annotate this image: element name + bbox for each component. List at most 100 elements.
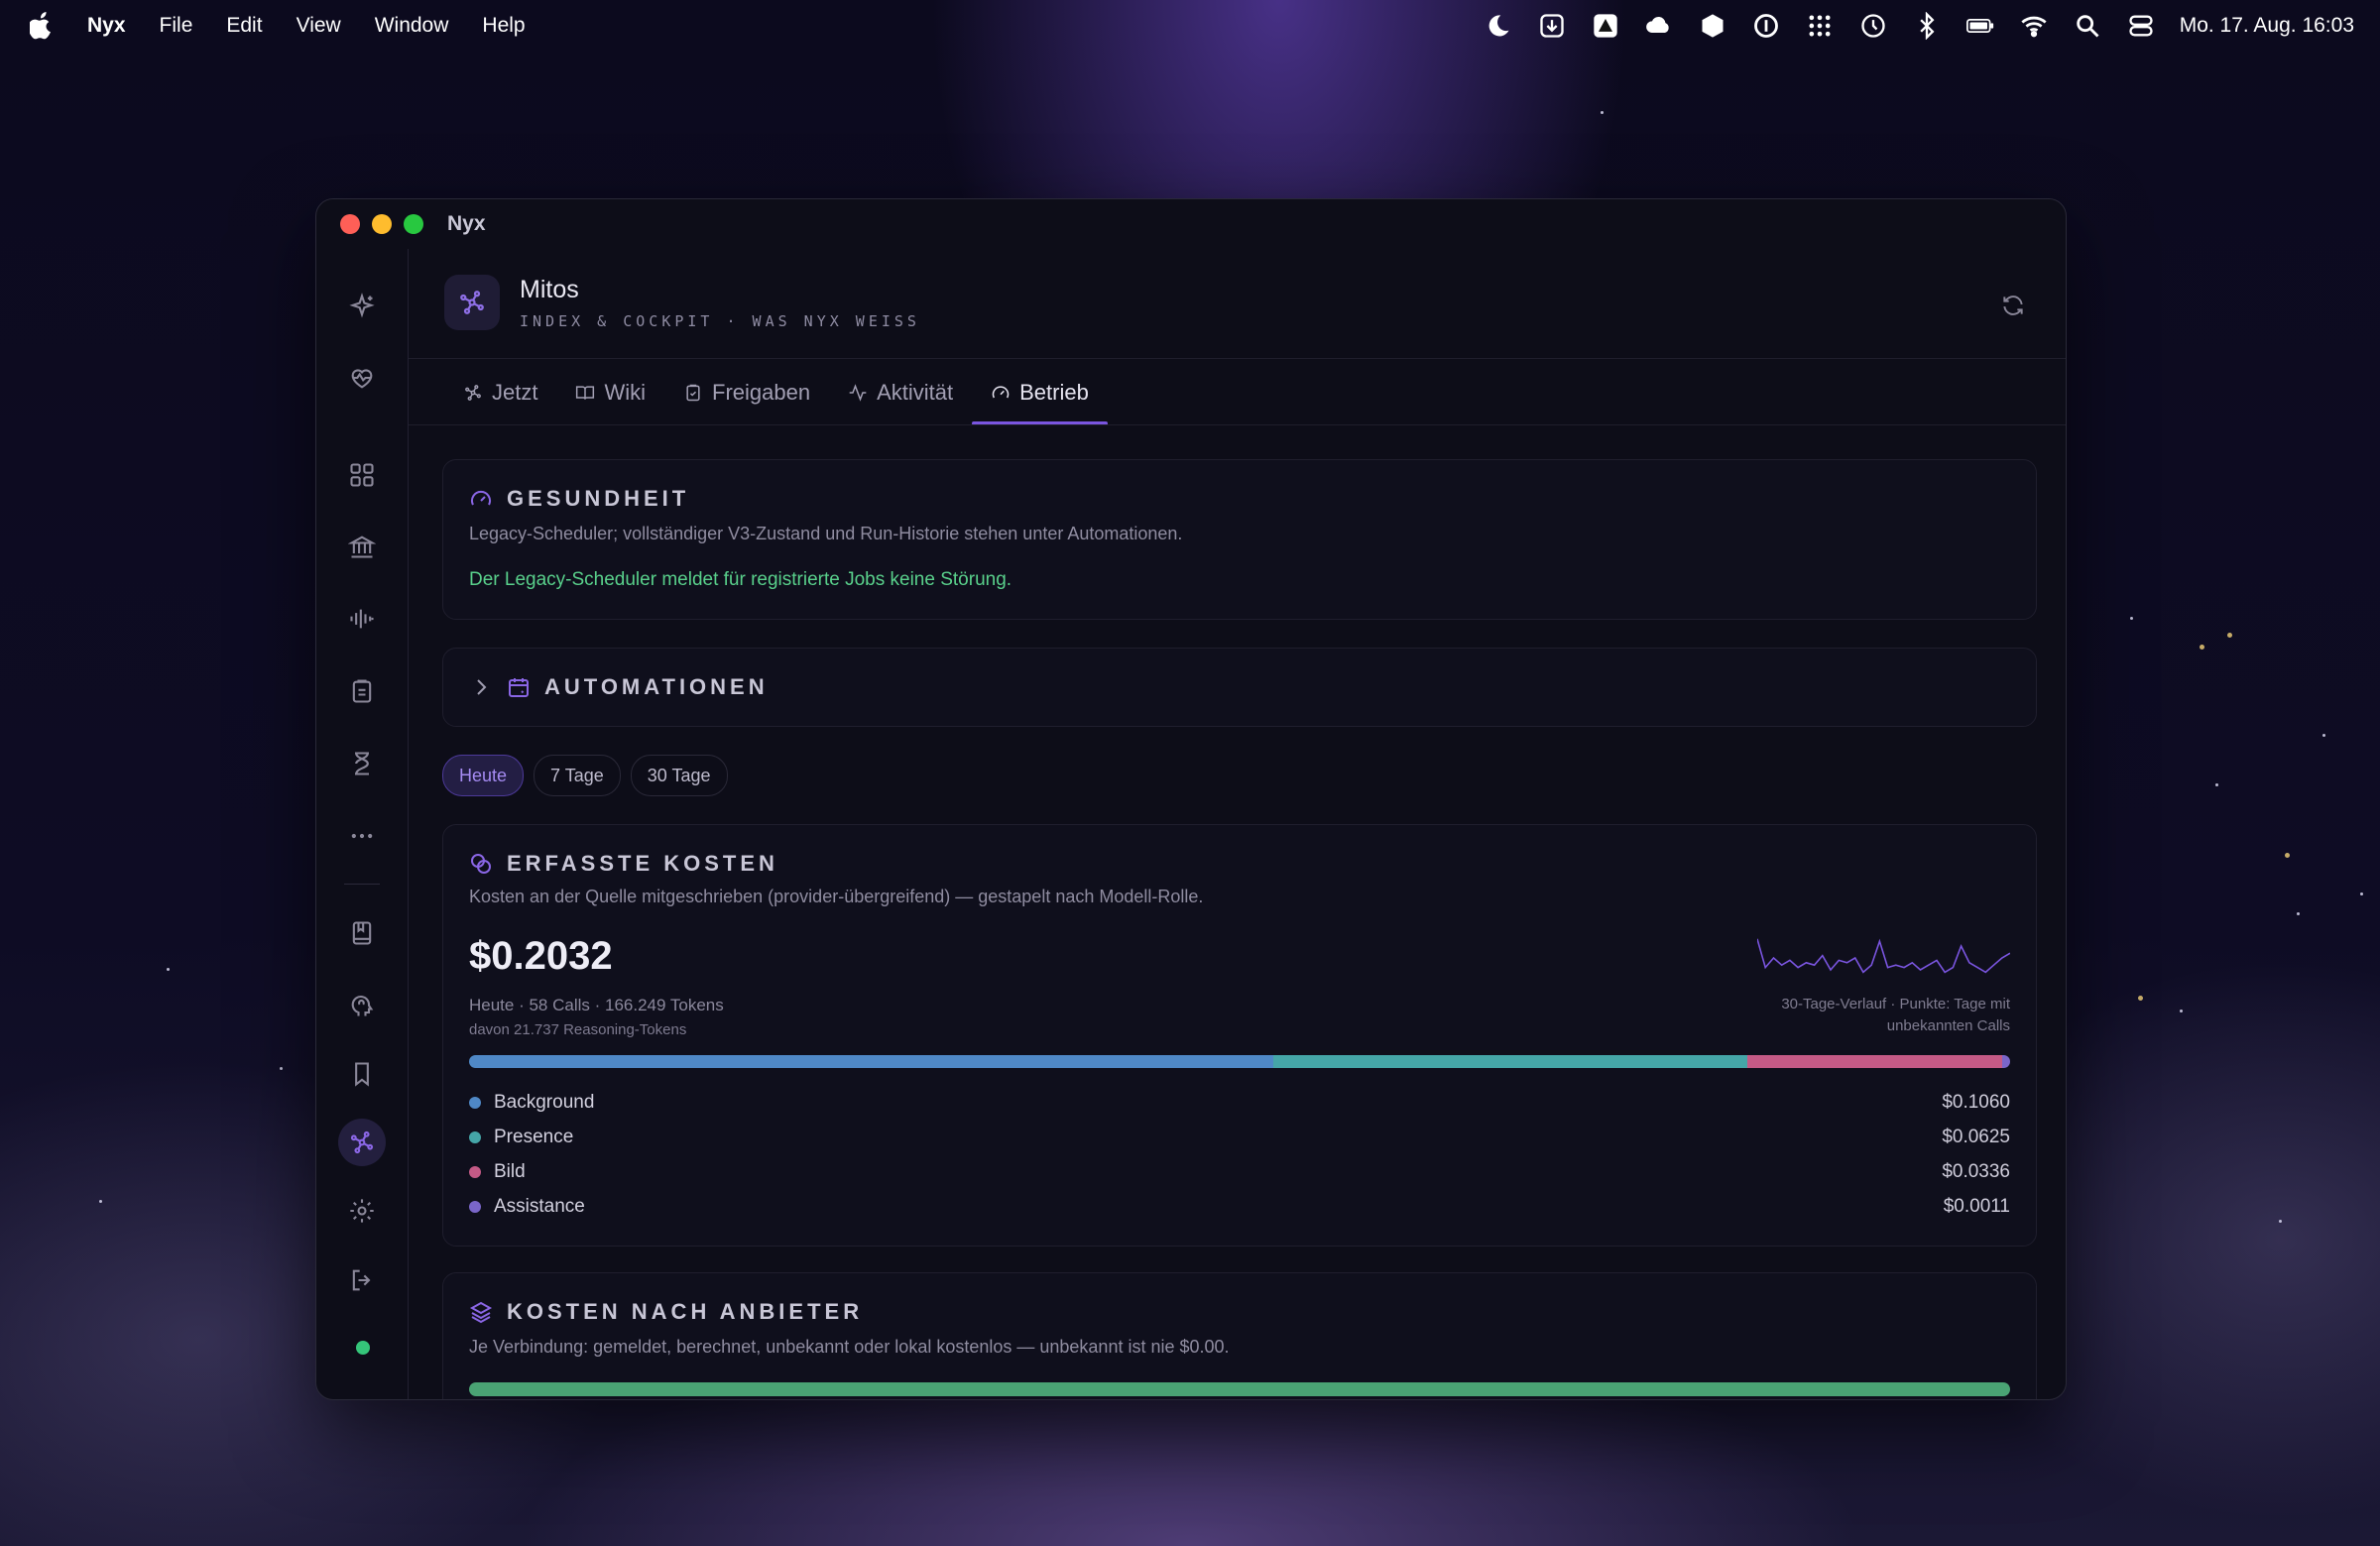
cloud-check-icon[interactable] <box>1644 11 1674 41</box>
page-header: Mitos INDEX & COCKPIT · WAS NYX WEISS <box>444 275 920 330</box>
costs-card: ERFASSTE KOSTEN Kosten an der Quelle mit… <box>442 824 2037 1247</box>
sidebar-book-icon[interactable] <box>338 909 386 957</box>
activity-icon <box>849 384 867 402</box>
menu-help[interactable]: Help <box>482 14 525 38</box>
automations-section[interactable]: AUTOMATIONEN <box>442 648 2037 727</box>
title-bar: Nyx <box>316 199 2066 249</box>
tab-label: Aktivität <box>877 380 954 405</box>
sidebar-heart-icon[interactable] <box>338 354 386 402</box>
tab-aktivitaet[interactable]: Aktivität <box>829 360 972 425</box>
sparkline-caption-line: unbekannten Calls <box>1886 1017 2010 1034</box>
menu-view[interactable]: View <box>297 14 341 38</box>
sidebar-bank-icon[interactable] <box>338 523 386 570</box>
filter-today[interactable]: Heute <box>442 755 525 796</box>
zoom-button[interactable] <box>404 214 423 234</box>
menu-app-name[interactable]: Nyx <box>87 14 126 38</box>
sidebar-divider <box>344 884 380 885</box>
tab-betrieb[interactable]: Betrieb <box>972 360 1108 425</box>
costs-meta: Heute · 58 Calls · 166.249 Tokens <box>469 996 724 1014</box>
legend-label: Bild <box>494 1160 526 1182</box>
tab-label: Freigaben <box>712 380 811 405</box>
cost-legend: Background $0.1060 Presence $0.0625 Bild… <box>469 1085 2010 1224</box>
sidebar-settings-icon[interactable] <box>338 1187 386 1235</box>
legend-row-presence: Presence $0.0625 <box>469 1120 2010 1154</box>
legend-label: Presence <box>494 1126 574 1147</box>
cost-bar-segment <box>469 1055 1273 1068</box>
sidebar-sparkle-icon[interactable] <box>338 283 386 330</box>
shield-download-icon[interactable] <box>1537 11 1567 41</box>
health-description: Legacy-Scheduler; vollständiger V3-Zusta… <box>469 524 1183 543</box>
costs-total: $0.2032 <box>469 934 613 978</box>
tab-label: Jetzt <box>492 380 538 405</box>
providers-description: Je Verbindung: gemeldet, berechnet, unbe… <box>469 1337 1230 1357</box>
legend-row-bild: Bild $0.0336 <box>469 1154 2010 1189</box>
health-title: GESUNDHEIT <box>507 486 690 511</box>
sparkline-caption: 30-Tage-Verlauf · Punkte: Tage mit unbek… <box>1742 994 2010 1037</box>
providers-title: KOSTEN NACH ANBIETER <box>507 1299 864 1324</box>
apple-icon[interactable] <box>30 12 54 40</box>
sparkline-path <box>1757 938 2010 974</box>
tab-wiki[interactable]: Wiki <box>556 360 664 425</box>
legend-dot <box>469 1096 481 1109</box>
moon-icon[interactable] <box>1484 11 1513 41</box>
sidebar-clipboard-icon[interactable] <box>338 667 386 715</box>
chevron-right-icon[interactable] <box>469 675 493 699</box>
cost-bar-segment <box>1746 1055 2002 1068</box>
mitos-icon <box>465 385 481 401</box>
health-status: Der Legacy-Scheduler meldet für registri… <box>469 569 1012 590</box>
calendar-icon <box>509 678 529 697</box>
sidebar-logout-icon[interactable] <box>338 1256 386 1304</box>
legend-amount: $0.0336 <box>1942 1160 2010 1182</box>
minimize-button[interactable] <box>372 214 392 234</box>
cube-icon[interactable] <box>1698 11 1727 41</box>
menu-window[interactable]: Window <box>375 14 449 38</box>
sidebar-brain-icon[interactable] <box>338 982 386 1029</box>
control-center-icon[interactable] <box>2126 11 2156 41</box>
password-icon[interactable] <box>1751 11 1781 41</box>
cost-stacked-bar <box>469 1055 2010 1068</box>
tab-freigaben[interactable]: Freigaben <box>664 360 829 425</box>
page-title: Mitos <box>520 275 579 303</box>
sidebar-waveform-icon[interactable] <box>338 595 386 643</box>
automations-title: AUTOMATIONEN <box>544 674 769 699</box>
tab-label: Betrieb <box>1019 380 1089 405</box>
menu-bar: Nyx File Edit View Window Help Mo. 17. A… <box>0 0 2380 52</box>
filter-7-days[interactable]: 7 Tage <box>534 755 621 796</box>
cost-bar-segment <box>1272 1055 1747 1068</box>
refresh-icon[interactable] <box>2000 293 2026 318</box>
grid-dots-icon[interactable] <box>1805 11 1835 41</box>
bluetooth-icon[interactable] <box>1912 11 1942 41</box>
status-indicator-dot <box>356 1341 370 1355</box>
time-machine-icon[interactable] <box>1858 11 1888 41</box>
tab-jetzt[interactable]: Jetzt <box>444 360 556 425</box>
menu-datetime[interactable]: Mo. 17. Aug. 16:03 <box>2180 14 2354 38</box>
health-card: GESUNDHEIT Legacy-Scheduler; vollständig… <box>442 459 2037 620</box>
menu-edit[interactable]: Edit <box>226 14 262 38</box>
menu-file[interactable]: File <box>160 14 193 38</box>
sidebar <box>316 249 409 1399</box>
app-window: Nyx Mitos INDEX & COCKPIT · WAS NYX WEIS… <box>315 198 2067 1400</box>
tab-bar: Jetzt Wiki Freigaben Aktivität Betrieb <box>444 360 1108 425</box>
costs-title: ERFASSTE KOSTEN <box>507 851 778 876</box>
spotlight-search-icon[interactable] <box>2073 11 2102 41</box>
filter-30-days[interactable]: 30 Tage <box>630 755 728 796</box>
battery-icon[interactable] <box>1965 11 1995 41</box>
sidebar-more-icon[interactable] <box>338 812 386 860</box>
wifi-icon[interactable] <box>2019 11 2049 41</box>
sidebar-grid-icon[interactable] <box>338 451 386 499</box>
cost-sparkline <box>1757 938 2010 974</box>
legend-dot <box>469 1165 481 1178</box>
legend-row-background: Background $0.1060 <box>469 1085 2010 1120</box>
main-content: Mitos INDEX & COCKPIT · WAS NYX WEISS Je… <box>409 249 2066 1399</box>
legend-amount: $0.0011 <box>1943 1195 2010 1217</box>
costs-reasoning: davon 21.737 Reasoning-Tokens <box>469 1021 687 1038</box>
sidebar-bookmark-icon[interactable] <box>338 1050 386 1098</box>
coins-icon <box>471 854 491 874</box>
mitos-icon <box>444 275 500 330</box>
legend-amount: $0.1060 <box>1942 1091 2010 1113</box>
drive-icon[interactable] <box>1591 11 1620 41</box>
sidebar-hourglass-icon[interactable] <box>338 740 386 787</box>
sidebar-mitos-icon[interactable] <box>338 1119 386 1166</box>
close-button[interactable] <box>340 214 360 234</box>
gauge-icon <box>471 490 491 506</box>
